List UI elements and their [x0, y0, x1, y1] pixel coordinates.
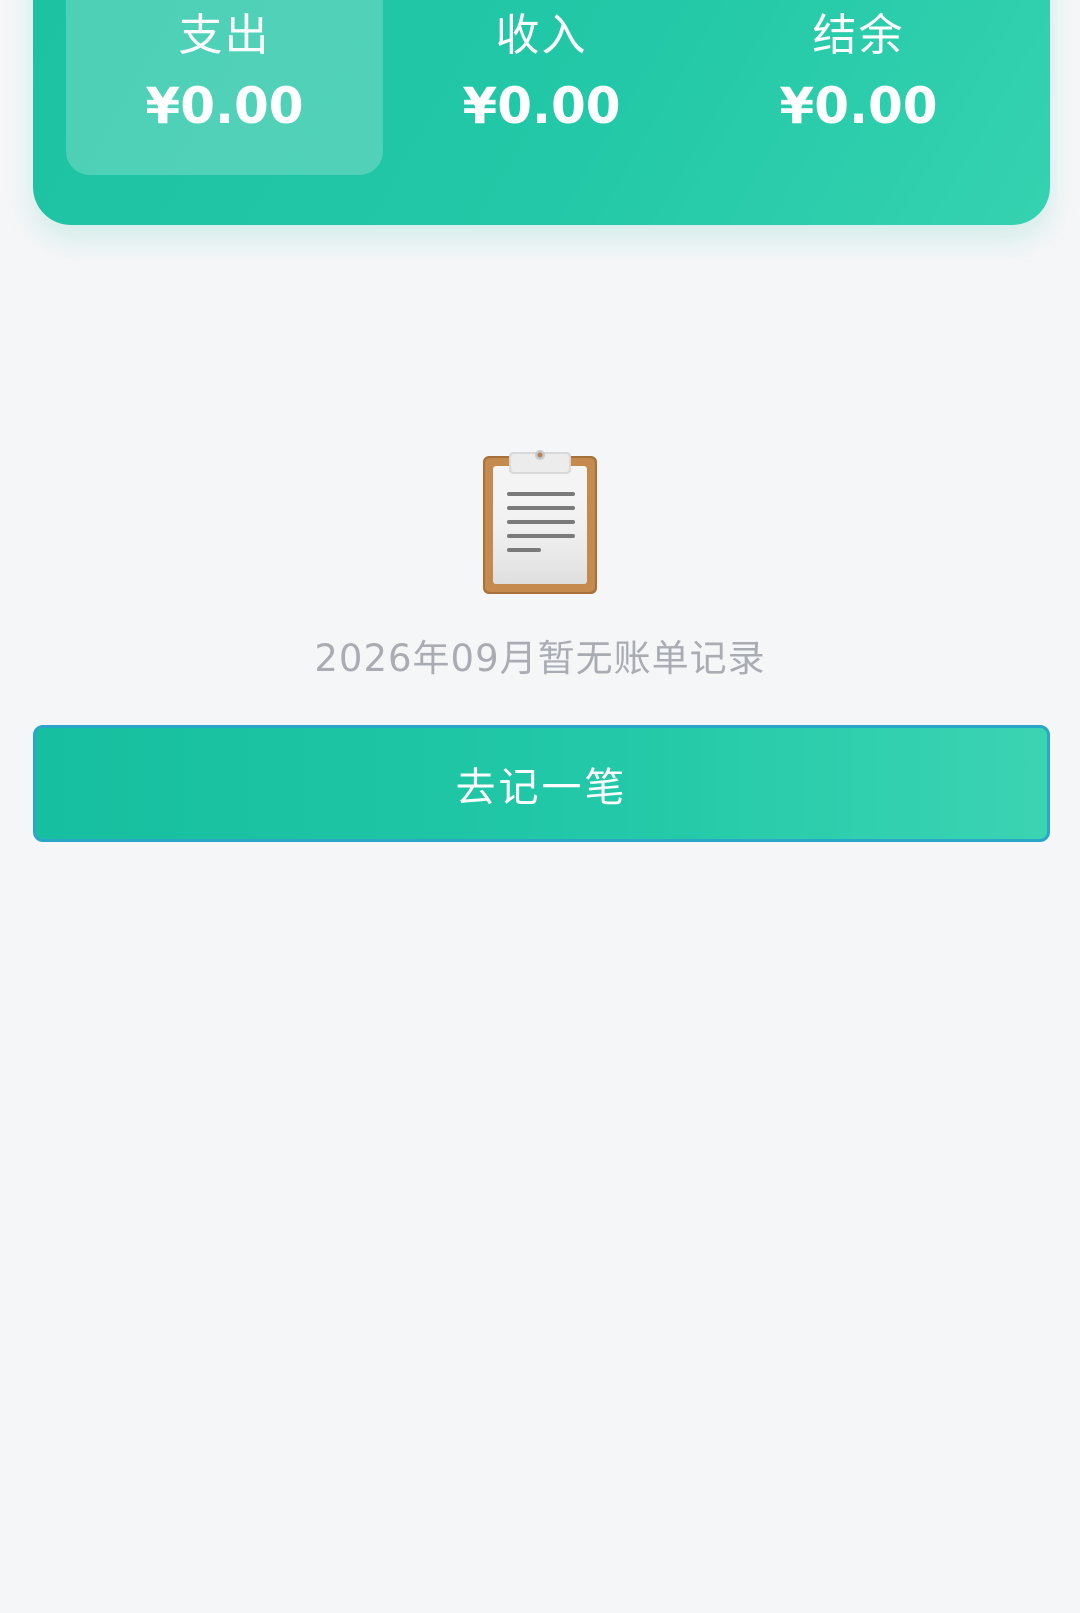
- add-record-button[interactable]: 去记一笔: [33, 725, 1050, 842]
- summary-value-income: ¥0.00: [462, 77, 621, 135]
- empty-state: 2026年09月暂无账单记录: [0, 448, 1080, 682]
- summary-label-balance: 结余: [812, 10, 905, 61]
- summary-value-balance: ¥0.00: [779, 77, 938, 135]
- empty-state-message: 2026年09月暂无账单记录: [314, 637, 766, 680]
- summary-value-expense: ¥0.00: [145, 77, 304, 135]
- summary-tab-income[interactable]: 收入 ¥0.00: [383, 0, 700, 175]
- summary-label-expense: 支出: [178, 10, 271, 61]
- summary-tabs: 支出 ¥0.00 收入 ¥0.00 结余 ¥0.00: [33, 0, 1050, 175]
- summary-tab-balance[interactable]: 结余 ¥0.00: [700, 0, 1017, 175]
- summary-tab-expense[interactable]: 支出 ¥0.00: [66, 0, 383, 175]
- summary-label-income: 收入: [495, 10, 588, 61]
- clipboard-icon: [483, 450, 597, 594]
